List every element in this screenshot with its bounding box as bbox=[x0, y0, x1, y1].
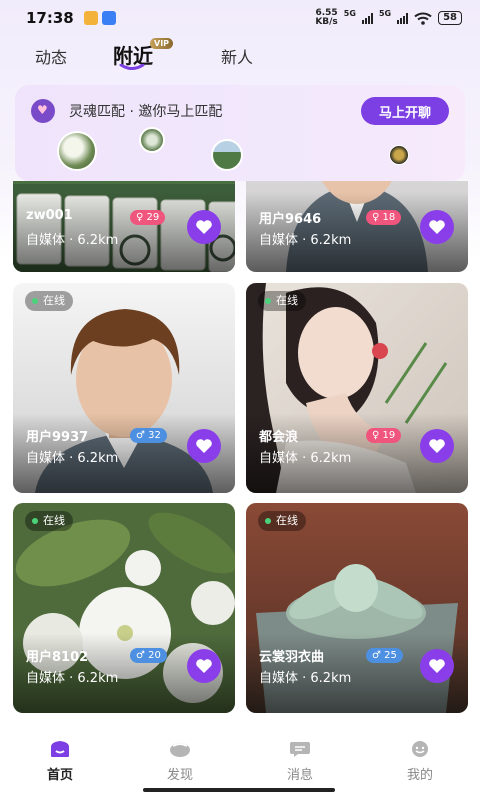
user-card[interactable]: 在线 用户8102 ♂ 20 自媒体 · 6.2km bbox=[13, 503, 235, 713]
online-status: 在线 bbox=[25, 291, 73, 311]
vip-badge: VIP bbox=[150, 38, 174, 49]
nav-profile[interactable]: 我的 bbox=[380, 740, 460, 783]
soul-match-banner[interactable]: 灵魂匹配 · 邀你马上匹配 马上开聊 bbox=[15, 85, 465, 181]
user-card[interactable]: 在线 用户9937 ♂ 32 自媒体 · 6.2km bbox=[13, 283, 235, 493]
status-time: 17:38 bbox=[26, 9, 74, 27]
status-indicators: 6.55 KB/s 5G 5G 58 bbox=[315, 9, 462, 27]
battery-icon: 58 bbox=[438, 11, 462, 25]
card-meta: 自媒体 · 6.2km bbox=[259, 233, 352, 248]
net-speed: 6.55 KB/s bbox=[315, 8, 338, 27]
network-type-2: 5G bbox=[378, 9, 392, 18]
message-icon bbox=[290, 742, 310, 757]
status-bar: 17:38 6.55 KB/s 5G 5G 58 bbox=[0, 0, 480, 36]
chat-now-button[interactable]: 马上开聊 bbox=[361, 97, 449, 125]
female-icon: ♀ bbox=[136, 212, 144, 223]
discover-icon bbox=[170, 743, 190, 757]
user-card[interactable]: 在线 云裳羽衣曲 ♂ 25 自媒体 · 6.2km bbox=[246, 503, 468, 713]
female-icon: ♀ bbox=[372, 212, 380, 223]
folder-app-icon bbox=[83, 11, 98, 25]
nav-discover[interactable]: 发现 bbox=[140, 740, 220, 783]
online-status: 在线 bbox=[25, 511, 73, 531]
network-type: 5G bbox=[343, 9, 356, 18]
match-avatar[interactable] bbox=[389, 145, 409, 165]
user-card[interactable]: 在线 都会浪 ♀ 19 自媒体 · 6.2km bbox=[246, 283, 468, 493]
male-icon: ♂ bbox=[136, 430, 145, 441]
card-username: 都会浪 bbox=[259, 430, 299, 445]
online-status: 在线 bbox=[258, 291, 306, 311]
card-meta: 自媒体 · 6.2km bbox=[259, 451, 352, 466]
card-username: 用户9646 bbox=[259, 212, 322, 227]
tab-feed[interactable]: 动态 bbox=[35, 44, 67, 68]
profile-icon bbox=[412, 741, 428, 757]
heart-icon bbox=[429, 439, 445, 453]
signal-icon bbox=[361, 12, 373, 24]
store-app-icon bbox=[101, 11, 116, 25]
match-avatar[interactable] bbox=[139, 127, 165, 153]
user-card[interactable]: 用户9646 ♀ 18 自媒体 · 6.2km bbox=[246, 181, 468, 272]
card-username: zw001 bbox=[26, 208, 73, 223]
male-icon: ♂ bbox=[136, 650, 145, 661]
nav-home[interactable]: 首页 bbox=[20, 740, 100, 783]
like-button[interactable] bbox=[187, 649, 221, 683]
online-status: 在线 bbox=[258, 511, 306, 531]
card-meta: 自媒体 · 6.2km bbox=[26, 233, 119, 248]
home-indicator[interactable] bbox=[143, 788, 335, 792]
home-icon bbox=[51, 741, 69, 757]
status-app-icons bbox=[83, 11, 116, 25]
card-meta: 自媒体 · 6.2km bbox=[26, 671, 119, 686]
card-username: 云裳羽衣曲 bbox=[259, 650, 325, 665]
age-badge-female: ♀ 18 bbox=[366, 210, 402, 225]
nav-discover-label: 发现 bbox=[166, 768, 193, 783]
age-badge-female: ♀ 29 bbox=[130, 210, 166, 225]
nearby-user-grid: zw001 ♀ 29 自媒体 · 6.2km 用户9646 ♀ 18 自媒体 ·… bbox=[0, 181, 480, 730]
like-button[interactable] bbox=[420, 429, 454, 463]
user-card[interactable]: zw001 ♀ 29 自媒体 · 6.2km bbox=[13, 181, 235, 272]
like-button[interactable] bbox=[187, 429, 221, 463]
active-tab-indicator bbox=[119, 64, 145, 70]
tab-newcomers[interactable]: 新人 bbox=[221, 44, 253, 68]
heart-icon bbox=[196, 220, 212, 234]
nav-messages-label: 消息 bbox=[286, 768, 313, 783]
male-icon: ♂ bbox=[372, 650, 381, 661]
match-avatar[interactable] bbox=[211, 139, 243, 171]
card-username: 用户8102 bbox=[26, 650, 89, 665]
heart-icon bbox=[196, 439, 212, 453]
age-badge-male: ♂ 32 bbox=[130, 428, 167, 443]
top-tabs: 动态 附近 VIP 新人 bbox=[0, 38, 480, 72]
nav-profile-label: 我的 bbox=[406, 768, 433, 783]
signal-icon-2 bbox=[397, 12, 409, 24]
soul-match-icon bbox=[31, 99, 55, 123]
nav-home-label: 首页 bbox=[46, 768, 73, 783]
like-button[interactable] bbox=[420, 649, 454, 683]
like-button[interactable] bbox=[187, 210, 221, 244]
nav-messages[interactable]: 消息 bbox=[260, 740, 340, 783]
card-meta: 自媒体 · 6.2km bbox=[259, 671, 352, 686]
age-badge-male: ♂ 25 bbox=[366, 648, 403, 663]
heart-icon bbox=[196, 659, 212, 673]
age-badge-male: ♂ 20 bbox=[130, 648, 167, 663]
like-button[interactable] bbox=[420, 210, 454, 244]
wifi-icon bbox=[414, 12, 432, 25]
heart-icon bbox=[429, 659, 445, 673]
soul-match-title: 灵魂匹配 · 邀你马上匹配 bbox=[69, 104, 223, 120]
card-username: 用户9937 bbox=[26, 430, 89, 445]
heart-icon bbox=[429, 220, 445, 234]
female-icon: ♀ bbox=[372, 430, 380, 441]
card-meta: 自媒体 · 6.2km bbox=[26, 451, 119, 466]
age-badge-female: ♀ 19 bbox=[366, 428, 402, 443]
match-avatar[interactable] bbox=[57, 131, 97, 171]
